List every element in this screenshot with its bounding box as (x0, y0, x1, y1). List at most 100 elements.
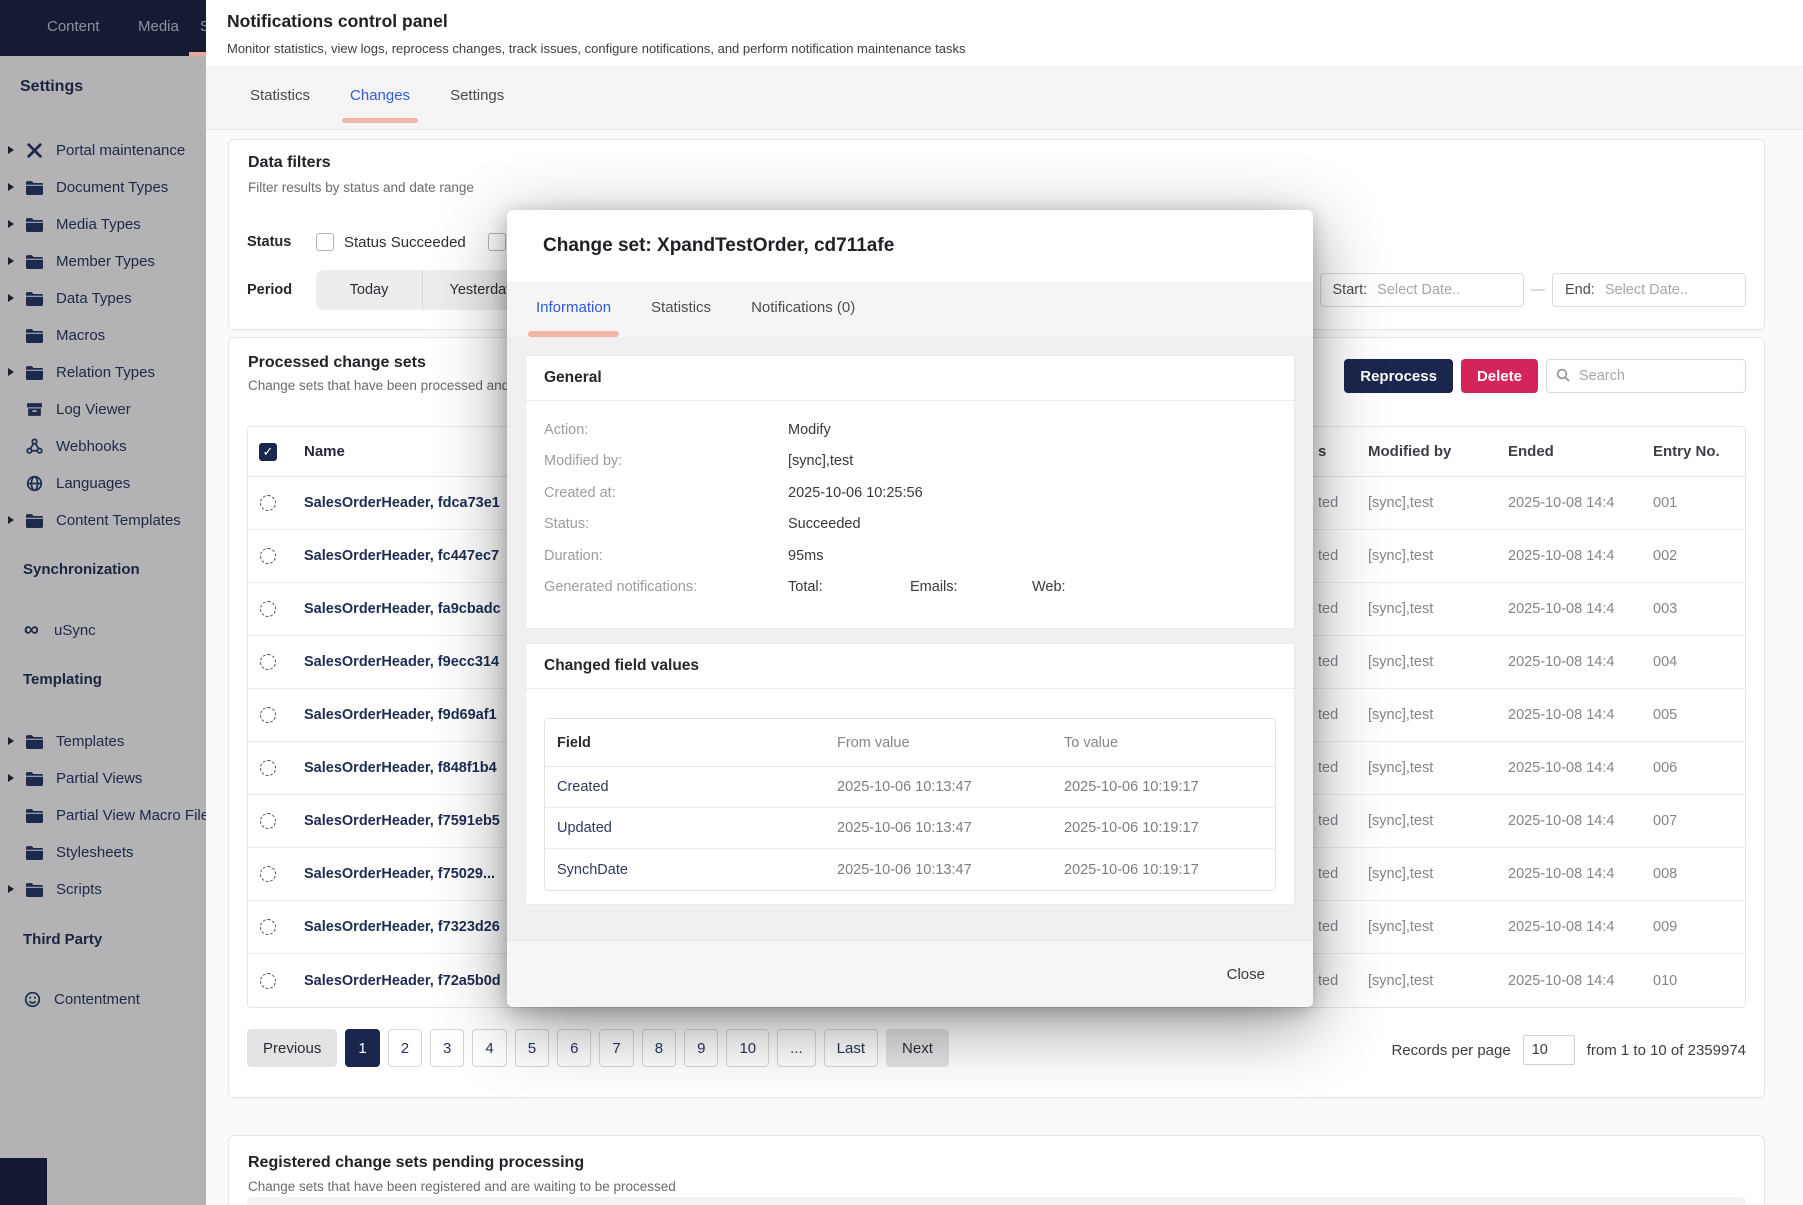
field-label: Action: (544, 422, 788, 438)
pagination-page-button[interactable]: 6 (557, 1029, 591, 1067)
sidebar-item-label: Content Templates (56, 512, 181, 529)
folder-icon (26, 844, 43, 861)
row-select-circle[interactable] (260, 495, 276, 511)
checkbox-icon[interactable] (316, 233, 334, 251)
pagination-page-button[interactable]: 8 (642, 1029, 676, 1067)
expand-caret-icon[interactable] (8, 220, 14, 228)
pagination-ellipsis-button[interactable]: ... (777, 1029, 816, 1067)
notifications-web-label: Web: (1032, 579, 1066, 595)
ended-cell: 2025-10-08 14:4 (1508, 495, 1653, 511)
row-select-circle[interactable] (260, 973, 276, 989)
pagination-page-button[interactable]: 3 (430, 1029, 464, 1067)
expand-caret-icon[interactable] (8, 146, 14, 154)
pagination-page-button[interactable]: 10 (726, 1029, 769, 1067)
divider (526, 400, 1294, 401)
expand-caret-icon[interactable] (8, 774, 14, 782)
sidebar-item-data-types[interactable]: Data Types (0, 286, 206, 310)
modal-title: Change set: XpandTestOrder, cd711afe (543, 235, 894, 257)
checkbox-icon[interactable] (488, 233, 506, 251)
expand-caret-icon[interactable] (8, 737, 14, 745)
expand-caret-icon[interactable] (8, 257, 14, 265)
sidebar-item-portal-maintenance[interactable]: Portal maintenance (0, 138, 206, 162)
ended-cell: 2025-10-08 14:4 (1508, 654, 1653, 670)
sidebar-item-partial-view-macro-files[interactable]: Partial View Macro Files (0, 803, 206, 827)
folder-icon (26, 216, 43, 233)
modified-by-cell: [sync],test (1368, 813, 1508, 829)
reprocess-button[interactable]: Reprocess (1344, 359, 1453, 393)
tab-statistics[interactable]: Statistics (250, 87, 310, 129)
processed-subtitle: Change sets that have been processed and… (248, 378, 525, 393)
sidebar-item-templates[interactable]: Templates (0, 729, 206, 753)
expand-caret-icon[interactable] (8, 516, 14, 524)
globe-icon (26, 475, 43, 492)
nav-item-media[interactable]: Media (138, 18, 179, 35)
row-select-circle[interactable] (260, 760, 276, 776)
pagination-next-button[interactable]: Next (886, 1029, 949, 1067)
sidebar-item-partial-views[interactable]: Partial Views (0, 766, 206, 790)
sidebar-item-label: Scripts (56, 881, 102, 898)
changed-field-values-section: Changed field values Field From value To… (525, 643, 1295, 905)
modal-tab-notifications[interactable]: Notifications (0) (751, 299, 855, 337)
end-date-input[interactable]: End: Select Date.. (1552, 273, 1746, 307)
close-button[interactable]: Close (1227, 966, 1265, 983)
row-select-circle[interactable] (260, 919, 276, 935)
row-select-circle[interactable] (260, 813, 276, 829)
pagination-page-button[interactable]: 9 (684, 1029, 718, 1067)
records-per-page-input[interactable] (1523, 1035, 1575, 1065)
row-select-circle[interactable] (260, 548, 276, 564)
pagination-page-button[interactable]: 4 (472, 1029, 506, 1067)
delete-button[interactable]: Delete (1461, 359, 1538, 393)
sidebar-item-member-types[interactable]: Member Types (0, 249, 206, 273)
status-cell-partial: ted (1318, 654, 1368, 670)
sidebar-item-usync[interactable]: ∞ uSync (0, 618, 206, 642)
tab-settings[interactable]: Settings (450, 87, 504, 129)
sidebar-item-scripts[interactable]: Scripts (0, 877, 206, 901)
nav-item-settings[interactable]: Settings (200, 18, 206, 35)
divider (526, 688, 1294, 689)
end-date-placeholder: Select Date.. (1605, 282, 1688, 298)
pagination-page-button[interactable]: 5 (515, 1029, 549, 1067)
sidebar-item-label: uSync (54, 622, 96, 639)
tab-changes[interactable]: Changes (350, 87, 410, 129)
column-header-entry-no: Entry No. (1653, 443, 1745, 460)
help-tray-button[interactable] (0, 1158, 47, 1205)
row-select-circle[interactable] (260, 601, 276, 617)
sidebar-item-content-templates[interactable]: Content Templates (0, 508, 206, 532)
sidebar-item-log-viewer[interactable]: Log Viewer (0, 397, 206, 421)
expand-caret-icon[interactable] (8, 183, 14, 191)
row-select-circle[interactable] (260, 654, 276, 670)
dashboard-tab-bar: Statistics Changes Settings (206, 66, 1803, 130)
pagination-last-button[interactable]: Last (824, 1029, 878, 1067)
pagination-page-button[interactable]: 2 (388, 1029, 422, 1067)
sidebar-item-macros[interactable]: Macros (0, 323, 206, 347)
expand-caret-icon[interactable] (8, 885, 14, 893)
row-select-circle[interactable] (260, 866, 276, 882)
pagination-page-button[interactable]: 1 (345, 1029, 379, 1067)
modal-tab-information[interactable]: Information (536, 299, 611, 337)
sidebar-item-webhooks[interactable]: Webhooks (0, 434, 206, 458)
row-select-circle[interactable] (260, 707, 276, 723)
period-today-button[interactable]: Today (316, 270, 422, 310)
sidebar-item-document-types[interactable]: Document Types (0, 175, 206, 199)
start-date-input[interactable]: Start: Select Date.. (1320, 273, 1524, 307)
modal-tab-statistics[interactable]: Statistics (651, 299, 711, 337)
smiley-icon (24, 991, 41, 1008)
folder-icon (26, 733, 43, 750)
nav-item-content[interactable]: Content (47, 18, 100, 35)
pagination-page-button[interactable]: 7 (599, 1029, 633, 1067)
archive-box-icon (26, 401, 43, 418)
search-input[interactable] (1546, 359, 1746, 393)
sidebar-item-contentment[interactable]: Contentment (0, 987, 206, 1011)
sidebar-item-relation-types[interactable]: Relation Types (0, 360, 206, 384)
status-succeeded-checkbox[interactable]: Status Succeeded (316, 233, 466, 251)
from-value-cell: 2025-10-06 10:13:47 (837, 779, 1064, 795)
pagination-previous-button[interactable]: Previous (247, 1029, 337, 1067)
sidebar-item-stylesheets[interactable]: Stylesheets (0, 840, 206, 864)
status-cell-partial: ted (1318, 813, 1368, 829)
sidebar-item-media-types[interactable]: Media Types (0, 212, 206, 236)
select-all-checkbox[interactable]: ✓ (259, 443, 277, 461)
sidebar-item-languages[interactable]: Languages (0, 471, 206, 495)
expand-caret-icon[interactable] (8, 368, 14, 376)
expand-caret-icon[interactable] (8, 294, 14, 302)
registered-change-sets-card: Registered change sets pending processin… (228, 1135, 1765, 1205)
